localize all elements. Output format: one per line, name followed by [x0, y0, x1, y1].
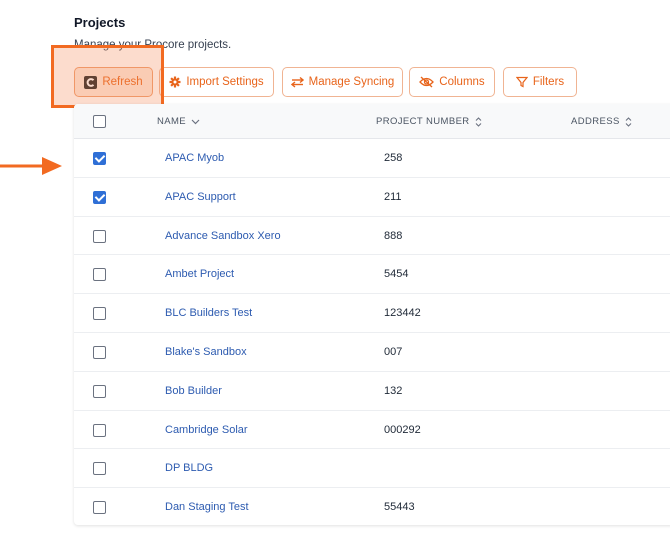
project-name-link[interactable]: BLC Builders Test	[165, 307, 252, 319]
columns-button[interactable]: Columns	[409, 67, 495, 97]
table-row[interactable]: BLC Builders Test 123442	[74, 294, 670, 333]
project-name-link[interactable]: Blake's Sandbox	[165, 346, 247, 358]
project-name-link[interactable]: Cambridge Solar	[165, 424, 248, 436]
projects-table: NAME PROJECT NUMBER ADDRESS APAC Myob 25…	[74, 104, 670, 525]
column-header-project-number[interactable]: PROJECT NUMBER	[376, 116, 482, 127]
project-name-link[interactable]: Dan Staging Test	[165, 501, 249, 513]
project-number: 000292	[384, 423, 421, 436]
sort-icon	[625, 116, 632, 127]
project-number: 258	[384, 152, 403, 164]
sort-icon	[475, 116, 481, 127]
row-checkbox[interactable]	[93, 462, 106, 476]
project-name-link[interactable]: Ambet Project	[165, 268, 234, 280]
project-number: 211	[384, 190, 402, 203]
table-row[interactable]: Cambridge Solar 000292	[74, 411, 670, 450]
table-header: NAME PROJECT NUMBER ADDRESS	[74, 104, 670, 139]
filters-label: Filters	[532, 76, 565, 88]
row-checkbox[interactable]	[93, 307, 106, 321]
row-checkbox[interactable]	[93, 152, 106, 165]
table-row[interactable]: Dan Staging Test 55443	[74, 488, 670, 525]
pointer-arrow-icon	[0, 157, 62, 175]
project-name-link[interactable]: Bob Builder	[165, 385, 222, 397]
manage-syncing-label: Manage Syncing	[308, 76, 395, 88]
import-settings-label: Import Settings	[186, 76, 264, 88]
project-name-link[interactable]: Advance Sandbox Xero	[165, 230, 281, 242]
project-number: 55443	[384, 501, 415, 514]
table-row[interactable]: Bob Builder 132	[74, 372, 670, 411]
project-name-link[interactable]: DP BLDG	[165, 462, 213, 474]
procore-logo-icon	[84, 75, 98, 89]
table-row[interactable]: Blake's Sandbox 007	[74, 333, 670, 372]
table-row[interactable]: APAC Support 211	[74, 178, 670, 217]
project-number: 888	[384, 229, 403, 242]
row-checkbox[interactable]	[93, 190, 106, 204]
columns-label: Columns	[439, 76, 485, 88]
row-checkbox[interactable]	[93, 501, 106, 515]
refresh-button[interactable]: Refresh	[74, 67, 153, 97]
row-checkbox[interactable]	[93, 346, 106, 359]
column-header-address[interactable]: ADDRESS	[571, 116, 632, 127]
table-row[interactable]: APAC Myob 258	[74, 139, 670, 178]
chevron-down-icon	[191, 119, 200, 124]
project-name-link[interactable]: APAC Myob	[165, 152, 224, 164]
row-checkbox[interactable]	[93, 423, 106, 437]
row-checkbox[interactable]	[93, 268, 106, 282]
project-number: 123442	[384, 307, 421, 320]
table-row[interactable]: Advance Sandbox Xero 888	[74, 217, 670, 256]
manage-syncing-button[interactable]: Manage Syncing	[282, 67, 403, 97]
project-number: 007	[384, 346, 403, 358]
select-all-checkbox[interactable]	[93, 115, 106, 128]
row-checkbox[interactable]	[93, 384, 106, 398]
filters-button[interactable]: Filters	[503, 67, 577, 97]
refresh-label: Refresh	[102, 76, 143, 88]
table-row[interactable]: DP BLDG	[74, 449, 670, 489]
row-checkbox[interactable]	[93, 229, 106, 243]
table-row[interactable]: Ambet Project 5454	[74, 255, 670, 295]
project-number: 5454	[384, 268, 409, 281]
import-settings-button[interactable]: Import Settings	[159, 67, 274, 97]
page-title: Projects	[74, 15, 126, 30]
filter-icon	[515, 76, 528, 88]
gear-icon	[169, 76, 181, 88]
page-subtitle: Manage your Procore projects.	[74, 39, 232, 51]
project-name-link[interactable]: APAC Support	[165, 191, 236, 203]
project-number: 132	[384, 384, 403, 397]
eye-slash-icon	[419, 76, 435, 88]
column-header-name[interactable]: NAME	[157, 116, 200, 127]
sync-arrows-icon	[290, 76, 304, 88]
